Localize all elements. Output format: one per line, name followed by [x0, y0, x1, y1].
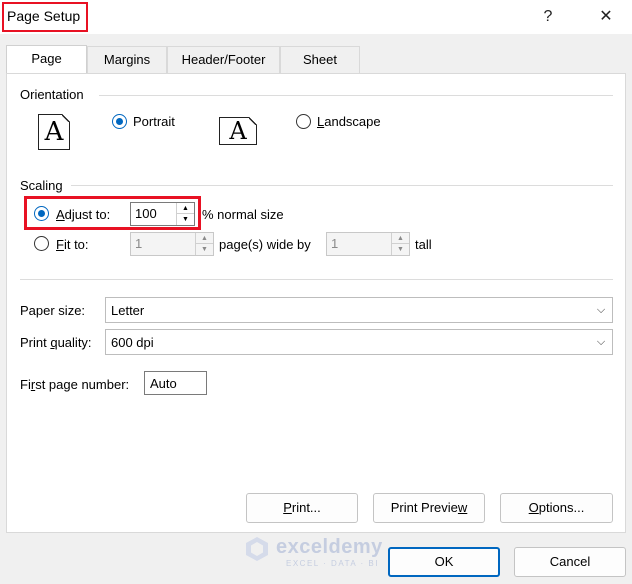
stepper-up-icon[interactable]: ▲ — [196, 233, 213, 244]
paper-size-select[interactable]: Letter ⌵ — [105, 297, 613, 323]
help-button[interactable]: ? — [534, 4, 562, 30]
exceldemy-logo-icon — [244, 536, 270, 562]
adjust-to-stepper[interactable]: 100 ▲ ▼ — [130, 202, 195, 226]
fit-to-radio[interactable] — [34, 236, 49, 251]
stepper-up-icon[interactable]: ▲ — [392, 233, 409, 244]
fit-tall-suffix: tall — [415, 237, 432, 252]
orientation-separator — [99, 95, 613, 96]
stepper-up-icon[interactable]: ▲ — [177, 203, 194, 214]
orientation-label: Orientation — [20, 87, 84, 102]
options-button[interactable]: Options... — [500, 493, 613, 523]
tab-header-footer[interactable]: Header/Footer — [167, 46, 280, 73]
ok-button[interactable]: OK — [388, 547, 500, 577]
portrait-page-icon: A — [38, 114, 70, 150]
portrait-radio[interactable] — [112, 114, 127, 129]
print-button[interactable]: Print... — [246, 493, 358, 523]
fit-tall-value: 1 — [331, 236, 339, 251]
tab-margins[interactable]: Margins — [87, 46, 167, 73]
chevron-down-icon: ⌵ — [596, 336, 606, 348]
first-page-label: First page number: — [20, 377, 130, 392]
close-button[interactable]: ✕ — [592, 4, 620, 30]
print-quality-value: 600 dpi — [111, 335, 154, 350]
stepper-down-icon[interactable]: ▼ — [177, 214, 194, 225]
fit-wide-stepper[interactable]: 1 ▲ ▼ — [130, 232, 214, 256]
landscape-page-icon: A — [219, 117, 257, 145]
paper-size-label: Paper size: — [20, 303, 86, 318]
chevron-down-icon: ⌵ — [596, 304, 606, 316]
print-quality-label: Print quality: — [20, 335, 92, 350]
paper-size-value: Letter — [111, 303, 145, 318]
watermark-brand: exceldemy — [276, 536, 383, 558]
landscape-label[interactable]: Landscape — [317, 114, 381, 129]
cancel-button[interactable]: Cancel — [514, 547, 626, 577]
close-icon: ✕ — [599, 8, 613, 25]
print-quality-select[interactable]: 600 dpi ⌵ — [105, 329, 613, 355]
adjust-suffix: % normal size — [202, 207, 284, 222]
dialog-title: Page Setup — [2, 2, 88, 32]
title-bar: Page Setup ? ✕ — [0, 0, 632, 34]
first-page-input[interactable]: Auto — [144, 371, 207, 395]
first-page-value: Auto — [150, 376, 177, 391]
portrait-label[interactable]: Portrait — [133, 114, 175, 129]
stepper-down-icon[interactable]: ▼ — [196, 244, 213, 255]
fit-wide-value: 1 — [135, 236, 143, 251]
tab-sheet[interactable]: Sheet — [280, 46, 360, 73]
adjust-to-label[interactable]: Adjust to: — [56, 207, 110, 222]
scaling-label: Scaling — [20, 178, 63, 193]
fit-tall-stepper[interactable]: 1 ▲ ▼ — [326, 232, 410, 256]
scaling-separator — [71, 185, 613, 186]
fit-wide-suffix: page(s) wide by — [219, 237, 311, 252]
stepper-down-icon[interactable]: ▼ — [392, 244, 409, 255]
paper-separator — [20, 279, 613, 280]
tab-page[interactable]: Page — [6, 45, 87, 74]
fit-to-label[interactable]: Fit to: — [56, 237, 89, 252]
landscape-radio[interactable] — [296, 114, 311, 129]
adjust-to-radio[interactable] — [34, 206, 49, 221]
adjust-to-value: 100 — [135, 206, 157, 221]
watermark-tagline: EXCEL · DATA · BI — [286, 559, 379, 568]
page-tab-panel: Orientation A Portrait A Landscape Scali… — [6, 73, 626, 533]
print-preview-button[interactable]: Print Preview — [373, 493, 485, 523]
